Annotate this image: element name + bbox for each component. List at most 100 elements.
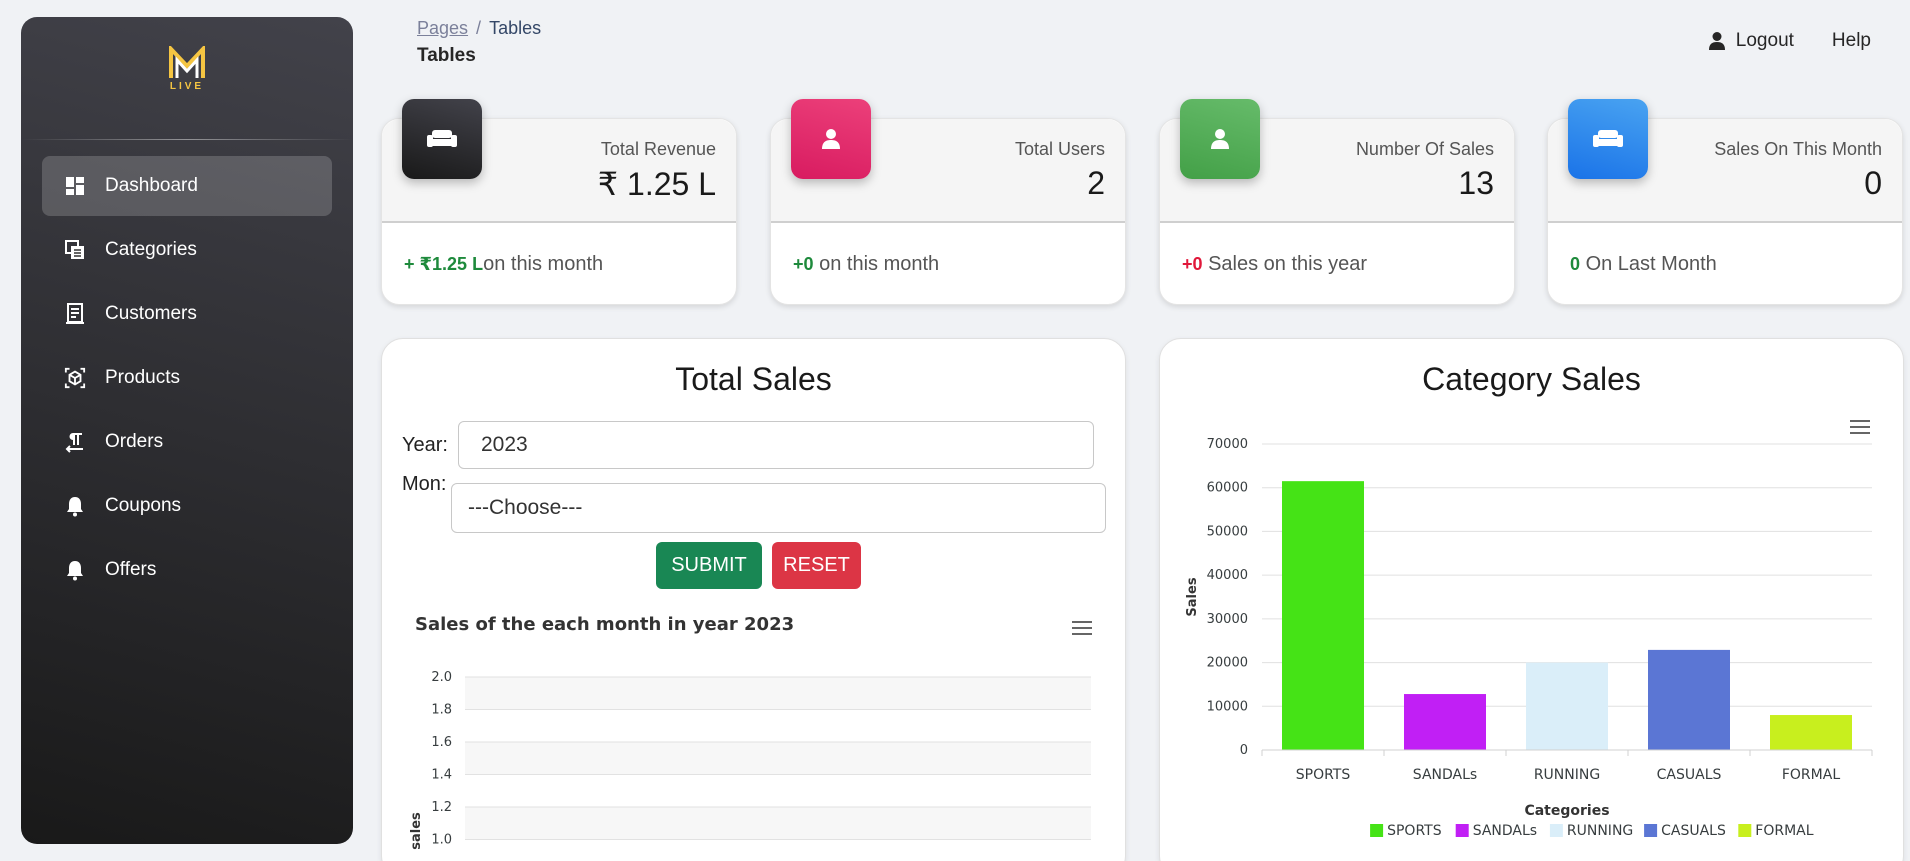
bar-formal [1770, 715, 1852, 750]
stat-footer: 0 On Last Month [1548, 223, 1902, 306]
y-tick-label: 20000 [1207, 656, 1248, 671]
sidebar-item-label: Orders [105, 431, 164, 452]
total-sales-panel: Total Sales Year: 2023 Mon: ---Choose---… [381, 338, 1126, 861]
bell-icon [64, 495, 86, 517]
y-tick-label: 1.6 [431, 735, 452, 750]
y-tick-label: 50000 [1207, 524, 1248, 539]
bar-sandals [1404, 694, 1486, 750]
x-tick-label: SPORTS [1296, 767, 1351, 783]
breadcrumb-separator: / [476, 18, 482, 38]
plot-band [465, 742, 1091, 775]
legend-label: SPORTS [1387, 823, 1442, 839]
legend-swatch [1455, 824, 1469, 837]
bar-sports [1282, 481, 1364, 750]
sidebar-item-label: Products [105, 367, 180, 388]
x-tick-label: FORMAL [1782, 767, 1840, 783]
dashboard-icon [64, 175, 86, 197]
sidebar-item-label: Customers [105, 303, 197, 324]
legend-swatch [1644, 824, 1658, 837]
sidebar-item-dashboard[interactable]: Dashboard [42, 156, 332, 216]
stat-delta: +0 [1182, 254, 1203, 274]
sidebar-nav: Dashboard Categories Customers Products … [21, 156, 353, 586]
stat-delta: 0 [1570, 254, 1581, 274]
stat-card-total-revenue: Total Revenue ₹ 1.25 L + ₹1.25 Lon this … [381, 99, 737, 306]
stat-card-number-of-sales: Number Of Sales 13 +0 Sales on this year [1159, 99, 1515, 306]
y-tick-label: 40000 [1207, 568, 1248, 583]
plot-band [465, 774, 1091, 807]
stat-label: Number Of Sales [1355, 139, 1494, 159]
brand[interactable]: LIVE [21, 17, 353, 121]
stat-card-total-users: Total Users 2 +0 on this month [770, 99, 1126, 306]
stat-footer: + ₹1.25 Lon this month [382, 223, 736, 306]
category-sales-chart: 0 10000 20000 30000 40000 50000 60000 70000 SPOR… [1185, 437, 1873, 839]
bar-casuals [1648, 649, 1730, 750]
top-actions: Logout Help [1708, 30, 1871, 52]
stat-note: Sales on this year [1202, 253, 1368, 275]
categories-icon [64, 239, 86, 261]
sidebar-item-offers[interactable]: Offers [42, 540, 332, 586]
y-tick-label: 30000 [1207, 612, 1248, 627]
stat-value: 2 [1087, 165, 1105, 201]
plot-band [465, 807, 1091, 840]
y-tick-label: 1.4 [431, 768, 452, 783]
legend-swatch [1370, 824, 1384, 837]
stat-value: ₹ 1.25 L [597, 166, 716, 202]
sidebar-item-label: Offers [105, 559, 157, 580]
stat-label: Total Revenue [600, 139, 716, 159]
stat-card-sales-this-month: Sales On This Month 0 0 On Last Month [1547, 99, 1903, 306]
user-icon [791, 99, 871, 179]
sidebar-item-coupons[interactable]: Coupons [42, 476, 332, 536]
stat-label: Total Users [1014, 139, 1105, 159]
products-icon [64, 367, 86, 389]
stat-card-header: Number Of Sales 13 [1160, 99, 1514, 223]
y-axis-label: Sales [1185, 577, 1200, 616]
bar-running [1526, 662, 1608, 750]
stat-note: On Last Month [1580, 253, 1717, 275]
stat-card-header: Total Revenue ₹ 1.25 L [382, 99, 736, 223]
sidebar-item-products[interactable]: Products [42, 348, 332, 408]
logout-button[interactable]: Logout [1708, 30, 1794, 52]
sofa-icon [402, 99, 482, 179]
y-tick-label: 0 [1240, 743, 1248, 758]
category-sales-panel: Category Sales 0 10000 20000 30000 40000 5000… [1159, 338, 1904, 861]
legend-swatch [1738, 824, 1752, 837]
y-tick-label: 60000 [1207, 481, 1248, 496]
user-icon [1708, 32, 1725, 50]
sidebar-item-label: Dashboard [105, 175, 198, 196]
help-link[interactable]: Help [1832, 30, 1871, 52]
orders-icon [64, 431, 86, 453]
legend-swatch [1549, 824, 1563, 837]
plot-band [465, 677, 1091, 710]
page-title: Tables [417, 45, 476, 66]
stat-value: 13 [1458, 165, 1494, 201]
breadcrumb-pages-link[interactable]: Pages [417, 18, 468, 38]
stat-note: on this month [483, 253, 604, 275]
brand-logo: LIVE [168, 46, 206, 92]
m-logo-icon [169, 46, 205, 78]
customers-icon [64, 303, 86, 325]
sidebar-item-categories[interactable]: Categories [42, 220, 332, 280]
user-icon [1180, 99, 1260, 179]
legend-label: CASUALS [1661, 823, 1726, 839]
stat-footer: +0 on this month [771, 223, 1125, 306]
stat-delta: + ₹1.25 L [404, 254, 484, 274]
y-tick-label: 70000 [1207, 437, 1248, 452]
y-tick-label: 1.8 [431, 703, 452, 718]
breadcrumb: Pages / Tables [417, 18, 1887, 39]
y-tick-label: 10000 [1207, 699, 1248, 714]
brand-sub: LIVE [169, 81, 205, 92]
sidebar-item-orders[interactable]: Orders [42, 412, 332, 472]
plot-band [465, 709, 1091, 742]
sidebar-item-customers[interactable]: Customers [42, 284, 332, 344]
sidebar-divider [21, 139, 353, 140]
top-bar: Pages / Tables Tables Logout Help [417, 18, 1887, 78]
stat-footer: +0 Sales on this year [1160, 223, 1514, 306]
sofa-icon [1568, 99, 1648, 179]
sidebar-item-label: Categories [105, 239, 197, 260]
y-tick-label: 1.2 [431, 800, 452, 815]
y-tick-label: 1.0 [431, 833, 452, 848]
legend-label: SANDALs [1473, 823, 1537, 839]
logout-label: Logout [1735, 30, 1794, 51]
x-tick-label: CASUALS [1657, 767, 1722, 783]
stat-card-header: Sales On This Month 0 [1548, 99, 1902, 223]
